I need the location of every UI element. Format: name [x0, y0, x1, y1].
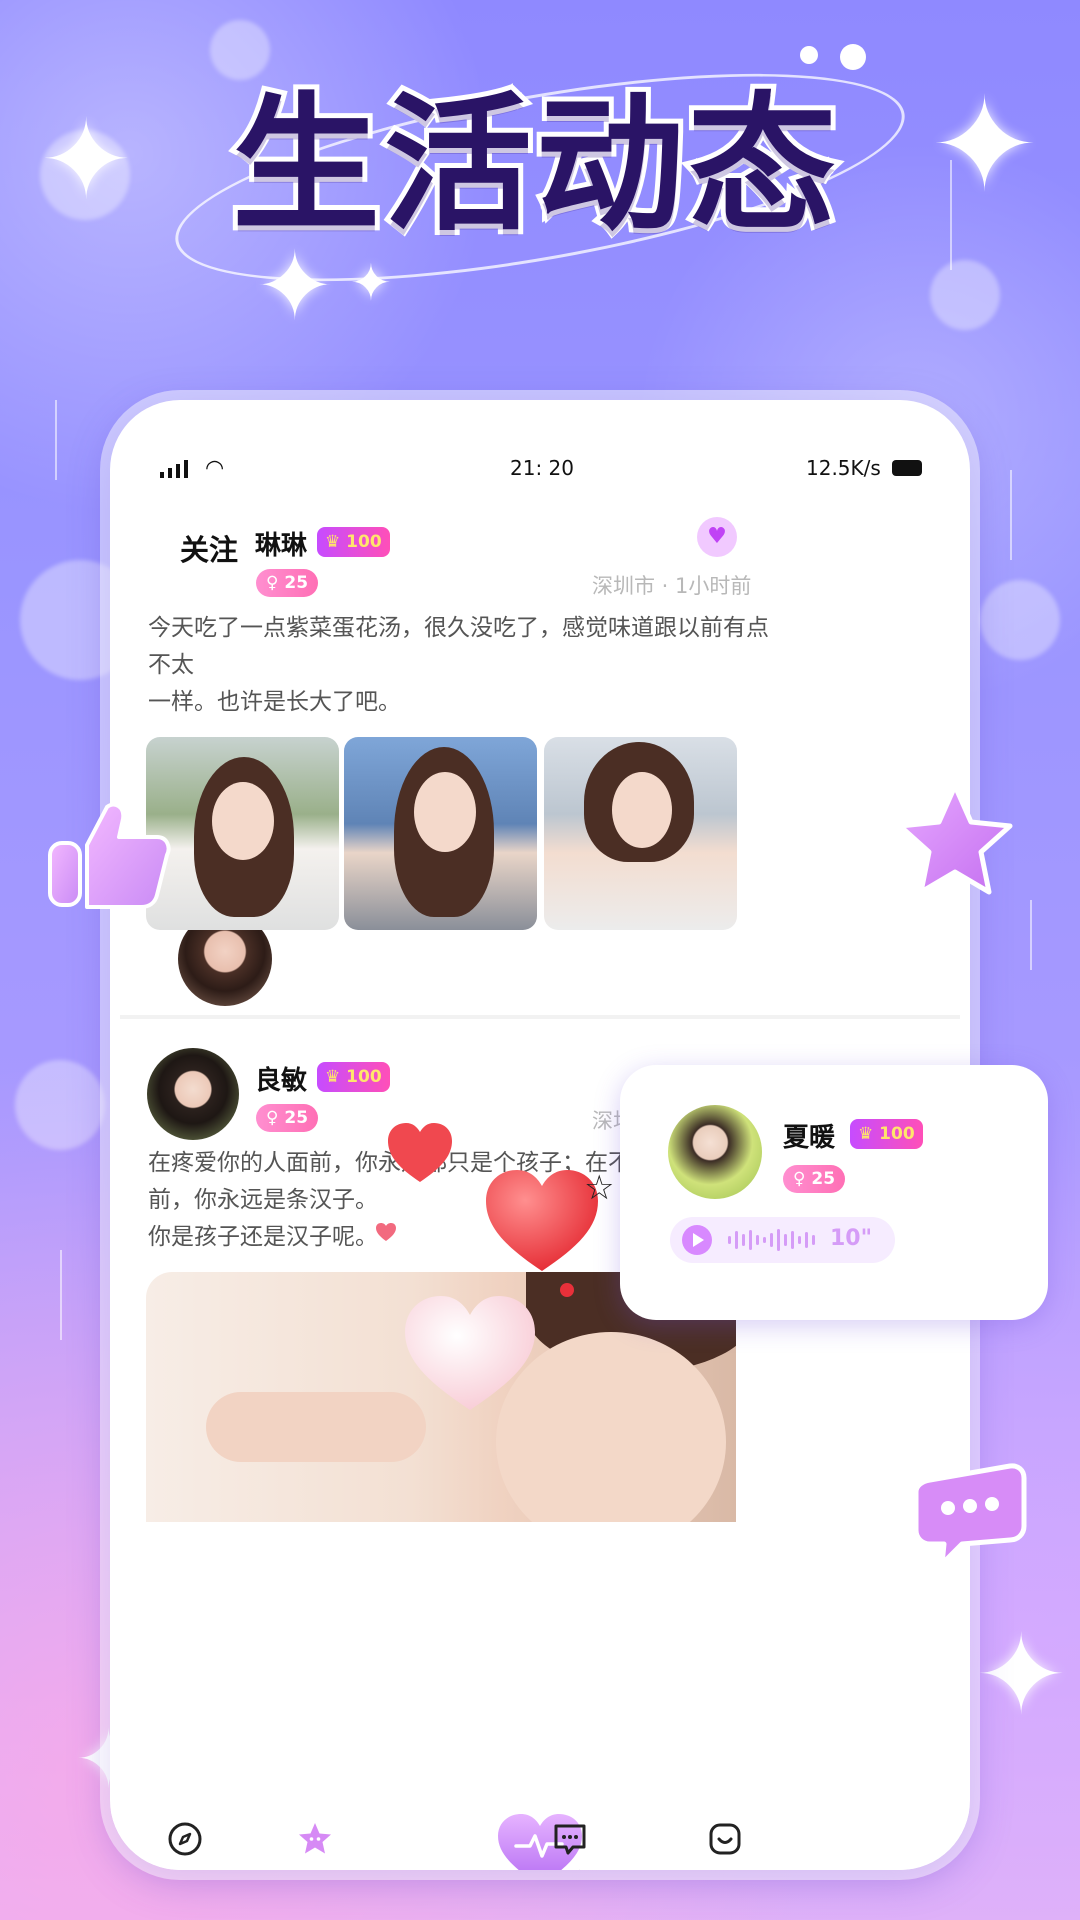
star-outline-icon: ☆: [584, 1168, 615, 1208]
post-photo[interactable]: [344, 737, 537, 930]
age-value: 25: [284, 573, 309, 593]
status-bar: ◠ 21: 20 12.5K/s: [110, 450, 970, 490]
tab-moments[interactable]: 动态: [265, 1820, 365, 1870]
user-name[interactable]: 良敏: [255, 1060, 307, 1097]
chat-icon: [554, 1824, 586, 1855]
hand-gesture: [206, 1392, 426, 1462]
age-value: 25: [284, 1108, 309, 1128]
sparkle-icon: ✦: [350, 254, 392, 312]
bokeh-light: [930, 260, 1000, 330]
play-icon[interactable]: [682, 1225, 712, 1255]
tab-label: 消息: [520, 1864, 620, 1870]
tab-profile[interactable]: 我的: [675, 1820, 775, 1870]
rain-streak: [55, 400, 57, 480]
headline-title: 生活动态: [227, 75, 841, 255]
network-speed: 12.5K/s: [806, 456, 881, 480]
sparkle-icon: ✦: [975, 1611, 1068, 1739]
status-time: 21: 20: [510, 456, 574, 480]
tab-online[interactable]: 在线: [135, 1820, 235, 1870]
vip-level: 100: [346, 1067, 382, 1087]
page-title[interactable]: 关注: [180, 527, 238, 569]
post-text-line: 今天吃了一点紫菜蛋花汤，很久没吃了，感觉味道跟以前有点: [148, 615, 769, 641]
tab-label: 我的: [675, 1864, 775, 1870]
tab-label: 动态: [265, 1864, 365, 1870]
wifi-icon: ◠: [205, 456, 225, 481]
heart-icon: [388, 1123, 452, 1182]
bokeh-light: [980, 580, 1060, 660]
voice-message-player[interactable]: 10": [670, 1217, 895, 1263]
post-text-line: 一样。也许是长大了吧。: [148, 689, 401, 715]
waveform-icon: [728, 1229, 815, 1251]
vip-badge: ♛ 100: [317, 1062, 390, 1092]
bottom-tab-bar: 在线 动态 消息: [110, 1810, 970, 1870]
heart-icon: [405, 1296, 535, 1410]
rain-streak: [60, 1250, 62, 1340]
post-text-line: 不太: [148, 652, 194, 678]
signal-icon: [160, 458, 188, 478]
tab-label: 在线: [135, 1864, 235, 1870]
vip-level: 100: [879, 1124, 915, 1144]
battery-icon: [892, 460, 922, 476]
sparkle-icon: ✦: [255, 232, 335, 342]
bokeh-light: [15, 1060, 105, 1150]
vip-badge: ♛ 100: [317, 527, 390, 557]
thumbs-up-icon: [48, 802, 171, 909]
age-badge: ♀ 25: [256, 1104, 319, 1132]
voice-duration: 10": [830, 1226, 873, 1251]
tab-messages[interactable]: 消息: [520, 1820, 620, 1870]
star-icon: [897, 783, 1013, 895]
user-name[interactable]: 夏暖: [783, 1117, 835, 1154]
avatar[interactable]: [668, 1105, 762, 1199]
compass-icon: [168, 1822, 202, 1856]
smile-icon: [709, 1823, 741, 1855]
heart-icon: [376, 1223, 396, 1241]
voice-card[interactable]: 夏暖 ♛ 100 ♀ 25 10": [620, 1065, 1048, 1320]
orbit-dot: [840, 44, 866, 70]
orbit-dot: [800, 46, 818, 64]
age-value: 25: [811, 1169, 836, 1189]
post-location-time: 深圳市 · 1小时前: [592, 574, 752, 598]
user-name[interactable]: 琳琳: [255, 525, 307, 562]
age-badge: ♀ 25: [783, 1165, 846, 1193]
star-face-icon: [299, 1823, 331, 1854]
vip-badge: ♛ 100: [850, 1119, 923, 1149]
avatar[interactable]: [147, 1048, 239, 1140]
sparkle-icon: ✦: [930, 69, 1039, 221]
vip-level: 100: [346, 532, 382, 552]
age-badge: ♀ 25: [256, 569, 319, 597]
rain-streak: [1010, 470, 1012, 560]
heart-drop: [560, 1283, 574, 1297]
chat-bubble-icon: [913, 1463, 1027, 1567]
post-photo[interactable]: [544, 737, 737, 930]
post-text: 今天吃了一点紫菜蛋花汤，很久没吃了，感觉味道跟以前有点 不太 一样。也许是长大了…: [148, 610, 848, 721]
rain-streak: [1030, 900, 1032, 970]
post-divider: [120, 1015, 960, 1019]
bokeh-light: [210, 20, 270, 80]
like-heart-button[interactable]: ♥: [697, 517, 737, 557]
sparkle-icon: ✦: [40, 96, 133, 224]
